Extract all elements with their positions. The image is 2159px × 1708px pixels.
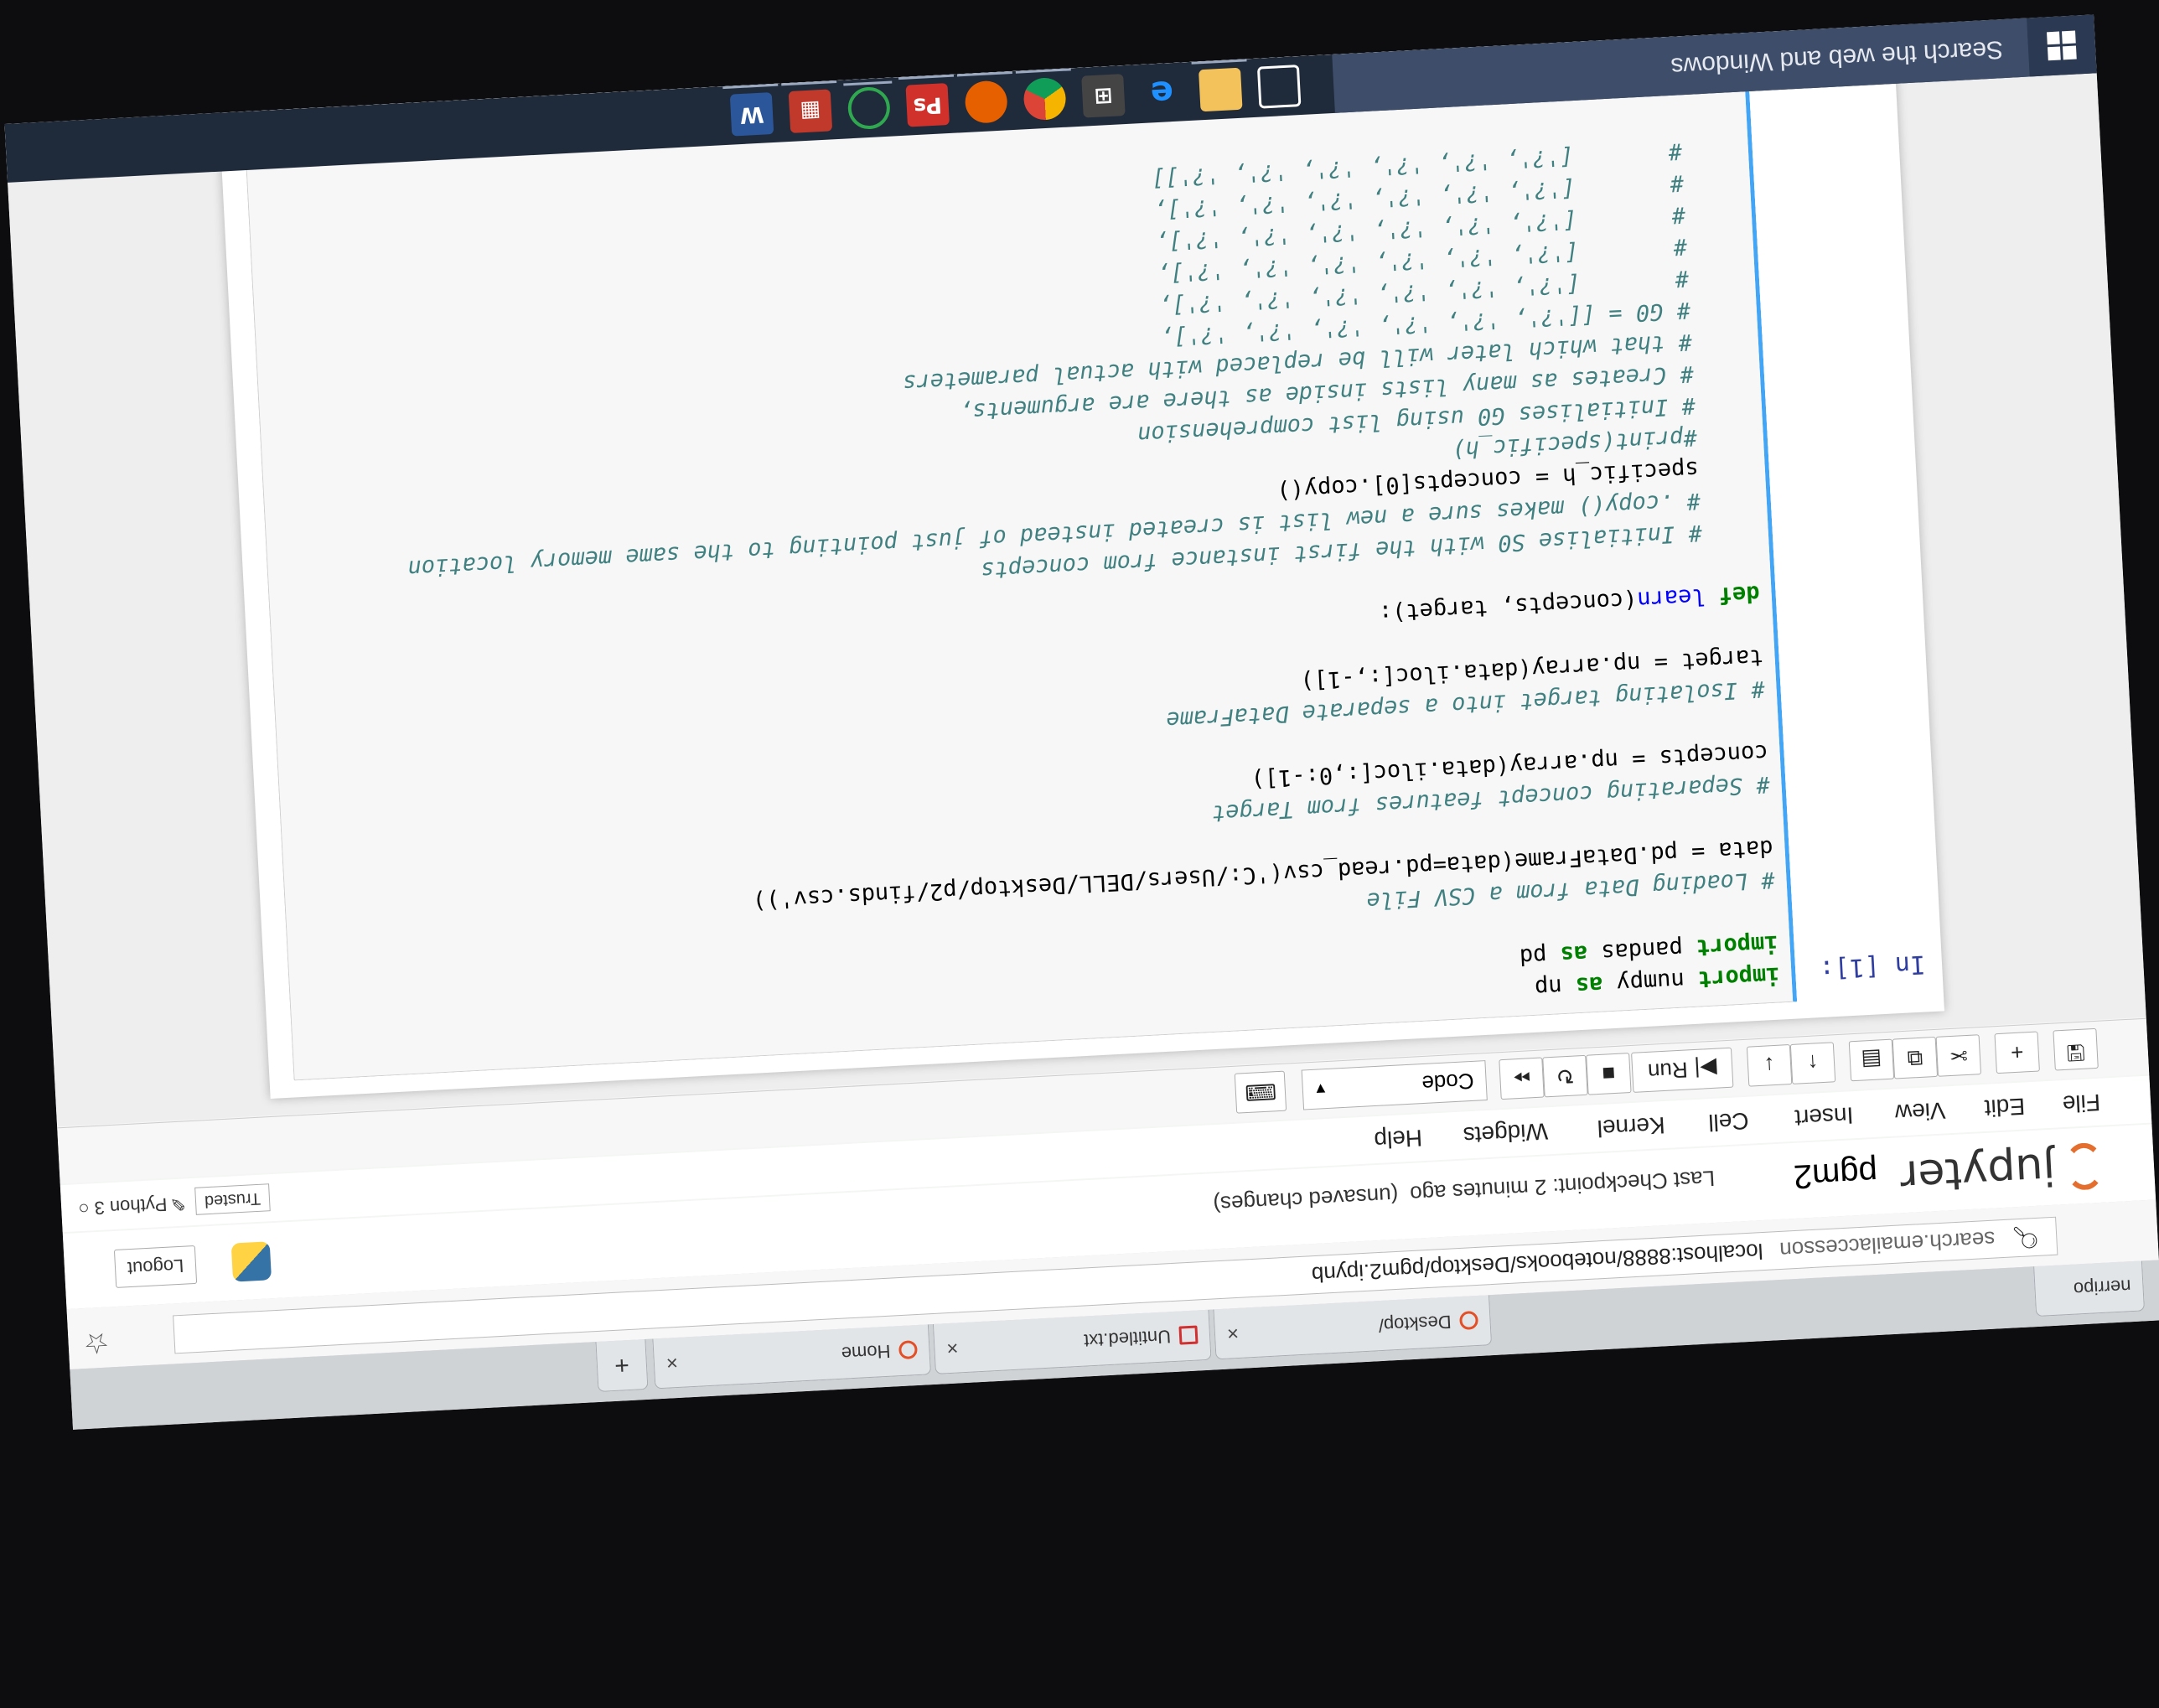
interrupt-button[interactable]: ■: [1586, 1053, 1632, 1095]
close-icon[interactable]: ×: [665, 1350, 678, 1374]
save-button[interactable]: 🖫︎: [2053, 1027, 2099, 1071]
arrow-down-icon: ↓: [1763, 1053, 1776, 1079]
paste-icon: ▤: [1860, 1047, 1883, 1074]
move-down-button[interactable]: ↓: [1746, 1044, 1793, 1087]
task-view-icon[interactable]: [1256, 65, 1302, 109]
unsaved-changes-text: (unsaved changes): [1212, 1182, 1400, 1218]
restart-icon: ↻: [1555, 1064, 1576, 1090]
checkpoint-text: Last Checkpoint: 2 minutes ago: [1409, 1165, 1716, 1207]
fast-forward-icon: ⏩︎: [1512, 1066, 1531, 1093]
app-circle-icon[interactable]: [847, 85, 892, 131]
plus-icon: +: [2010, 1039, 2025, 1066]
url-text: localhost:8888/notebooks/Desktop/pgm2.ip…: [1311, 1239, 1764, 1288]
start-button[interactable]: [2027, 14, 2097, 77]
firefox-icon[interactable]: [964, 80, 1008, 124]
close-icon[interactable]: ×: [946, 1336, 959, 1360]
search-icon: 🔍︎: [2011, 1224, 2041, 1251]
tab-label: Untitled.txt: [1083, 1326, 1172, 1353]
kernel-name: Python 3: [94, 1193, 168, 1219]
tab-partial[interactable]: nerripo: [2033, 1260, 2146, 1317]
tab-label: Desktop/: [1378, 1312, 1452, 1337]
windows-logo-icon: [2047, 30, 2077, 61]
menu-insert[interactable]: Insert: [1794, 1101, 1855, 1131]
checkpoint-status: Last Checkpoint: 2 minutes ago(unsaved c…: [1213, 1164, 1727, 1217]
document-tab-icon: [1178, 1325, 1199, 1346]
arrow-up-icon: ↑: [1806, 1050, 1820, 1077]
jupyter-logo-text: jupyter: [1898, 1142, 2057, 1202]
jupyter-tab-icon: [898, 1340, 919, 1360]
menu-kernel[interactable]: Kernel: [1597, 1111, 1665, 1141]
logout-button[interactable]: Logout: [113, 1245, 198, 1288]
insert-cell-button[interactable]: +: [1994, 1031, 2040, 1074]
bookmark-star-icon[interactable]: ☆: [83, 1325, 111, 1360]
keyboard-icon: ⌨: [1244, 1079, 1277, 1106]
kernel-indicator: Python 3 ○: [77, 1193, 168, 1220]
file-explorer-icon[interactable]: [1199, 67, 1243, 112]
search-engine-label: search.emailaccesson: [1778, 1227, 1996, 1264]
browser-window: nerripo Desktop/ × Untitled.txt × Home ×…: [4, 14, 2159, 1430]
menu-edit[interactable]: Edit: [1984, 1092, 2026, 1121]
stop-icon: ■: [1601, 1061, 1617, 1088]
jupyter-tab-icon: [1459, 1311, 1479, 1331]
jupyter-logo-icon: [2063, 1141, 2105, 1192]
menu-cell[interactable]: Cell: [1707, 1107, 1750, 1136]
close-icon[interactable]: ×: [1226, 1321, 1239, 1345]
menu-view[interactable]: View: [1894, 1096, 1946, 1126]
word-icon[interactable]: W: [729, 92, 774, 137]
code-editor[interactable]: import numpy as np import pandas as pd # L…: [261, 132, 1781, 1068]
restart-button[interactable]: ↻: [1542, 1054, 1588, 1098]
paste-button[interactable]: ▤: [1848, 1038, 1895, 1082]
menu-help[interactable]: Help: [1374, 1124, 1423, 1153]
cell-type-select[interactable]: Code ▼: [1301, 1060, 1488, 1110]
store-icon[interactable]: ⊞: [1081, 74, 1126, 118]
photoshop-icon[interactable]: Ps: [905, 83, 950, 127]
menu-file[interactable]: File: [2062, 1089, 2101, 1117]
scissors-icon: ✂: [1949, 1043, 1969, 1069]
code-cell[interactable]: import numpy as np import pandas as pd # L…: [241, 14, 1798, 1081]
chrome-icon[interactable]: [1023, 76, 1067, 122]
screen: nerripo Desktop/ × Untitled.txt × Home ×…: [0, 0, 2159, 1708]
tab-label: nerripo: [2073, 1276, 2132, 1301]
restart-run-all-button[interactable]: ⏩︎: [1499, 1057, 1545, 1100]
copy-button[interactable]: ⧉: [1892, 1036, 1939, 1079]
jupyter-logo[interactable]: jupyter: [1898, 1141, 2105, 1202]
command-palette-button[interactable]: ⌨: [1235, 1070, 1287, 1114]
menu-widgets[interactable]: Widgets: [1463, 1117, 1549, 1148]
app-grid-icon[interactable]: ▦: [788, 89, 833, 133]
notebook-name[interactable]: pgm2: [1793, 1153, 1878, 1195]
save-icon: 🖫︎: [2065, 1039, 2086, 1066]
run-button[interactable]: ▶| Run: [1631, 1047, 1734, 1093]
trusted-badge[interactable]: Trusted: [194, 1183, 271, 1215]
cut-button[interactable]: ✂: [1935, 1034, 1982, 1077]
step-forward-icon: ▶|: [1693, 1056, 1718, 1083]
edit-mode-pencil-icon: ✎: [169, 1193, 187, 1215]
copy-icon: ⧉: [1906, 1045, 1923, 1072]
run-label: Run: [1647, 1057, 1689, 1085]
chevron-down-icon: ▼: [1312, 1080, 1329, 1099]
move-up-button[interactable]: ↑: [1789, 1042, 1836, 1084]
tab-label: Home: [841, 1341, 892, 1365]
notebook-page: In [1]: import numpy as np import pandas …: [218, 14, 1944, 1099]
search-placeholder: Search the web and Windows: [1670, 35, 2004, 80]
input-prompt: In [1]:: [1818, 949, 1926, 985]
cell-type-value: Code: [1421, 1069, 1475, 1097]
notebook-area: In [1]: import numpy as np import pandas …: [4, 14, 2146, 1127]
python-logo-icon: [230, 1241, 272, 1282]
edge-icon[interactable]: e: [1140, 70, 1184, 115]
new-tab-button[interactable]: +: [595, 1338, 649, 1393]
